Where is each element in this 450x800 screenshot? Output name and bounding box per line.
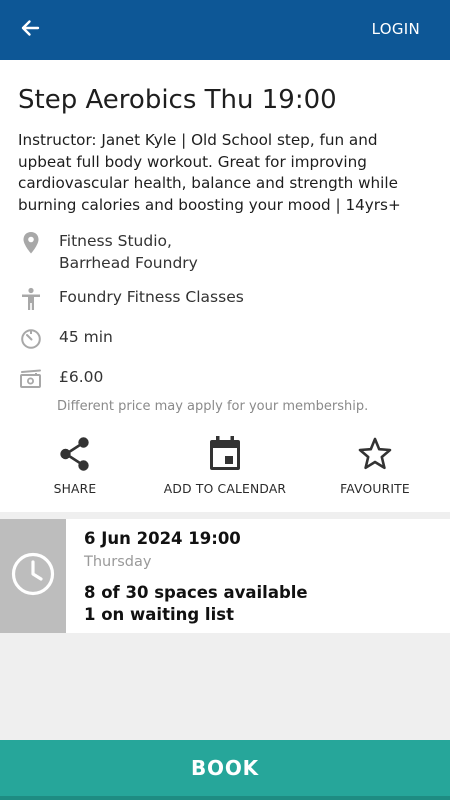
clock-icon [10, 551, 56, 601]
bottom-edge [0, 796, 450, 800]
timer-icon [18, 326, 44, 352]
share-icon [30, 436, 120, 472]
arrow-left-icon [20, 18, 40, 42]
location-line-1: Fitness Studio, [59, 232, 172, 250]
location-text: Fitness Studio, Barrhead Foundry [59, 230, 198, 274]
back-button[interactable] [14, 14, 46, 46]
page-title: Step Aerobics Thu 19:00 [18, 85, 337, 115]
session-datetime: 6 Jun 2024 19:00 [84, 529, 241, 548]
category-text: Foundry Fitness Classes [59, 288, 244, 306]
spaces-available: 8 of 30 spaces available [84, 583, 308, 602]
waiting-list-count: 1 on waiting list [84, 605, 234, 624]
calendar-icon [160, 436, 290, 472]
add-to-calendar-button[interactable]: ADD TO CALENDAR [160, 436, 290, 496]
price-text: £6.00 [59, 368, 104, 386]
session-day: Thursday [84, 554, 152, 570]
session-card[interactable]: 6 Jun 2024 19:00 Thursday 8 of 30 spaces… [0, 519, 450, 633]
add-to-calendar-label: ADD TO CALENDAR [163, 482, 287, 496]
favourite-button[interactable]: FAVOURITE [325, 436, 425, 496]
location-pin-icon [18, 230, 44, 256]
book-button[interactable]: BOOK [0, 740, 450, 796]
star-outline-icon [325, 436, 425, 472]
favourite-label: FAVOURITE [340, 482, 410, 496]
class-detail-screen: LOGIN Step Aerobics Thu 19:00 Instructor… [0, 0, 450, 800]
duration-text: 45 min [59, 328, 113, 346]
share-button[interactable]: SHARE [30, 436, 120, 496]
class-details-card: Step Aerobics Thu 19:00 Instructor: Jane… [0, 60, 450, 512]
class-description: Instructor: Janet Kyle | Old School step… [18, 131, 401, 214]
share-label: SHARE [53, 482, 97, 496]
location-line-2: Barrhead Foundry [59, 254, 198, 272]
banknote-icon [18, 366, 44, 392]
person-icon [18, 286, 44, 312]
session-icon-panel [0, 519, 66, 633]
login-button[interactable]: LOGIN [372, 20, 420, 40]
membership-price-note: Different price may apply for your membe… [57, 399, 369, 414]
app-bar: LOGIN [0, 0, 450, 60]
